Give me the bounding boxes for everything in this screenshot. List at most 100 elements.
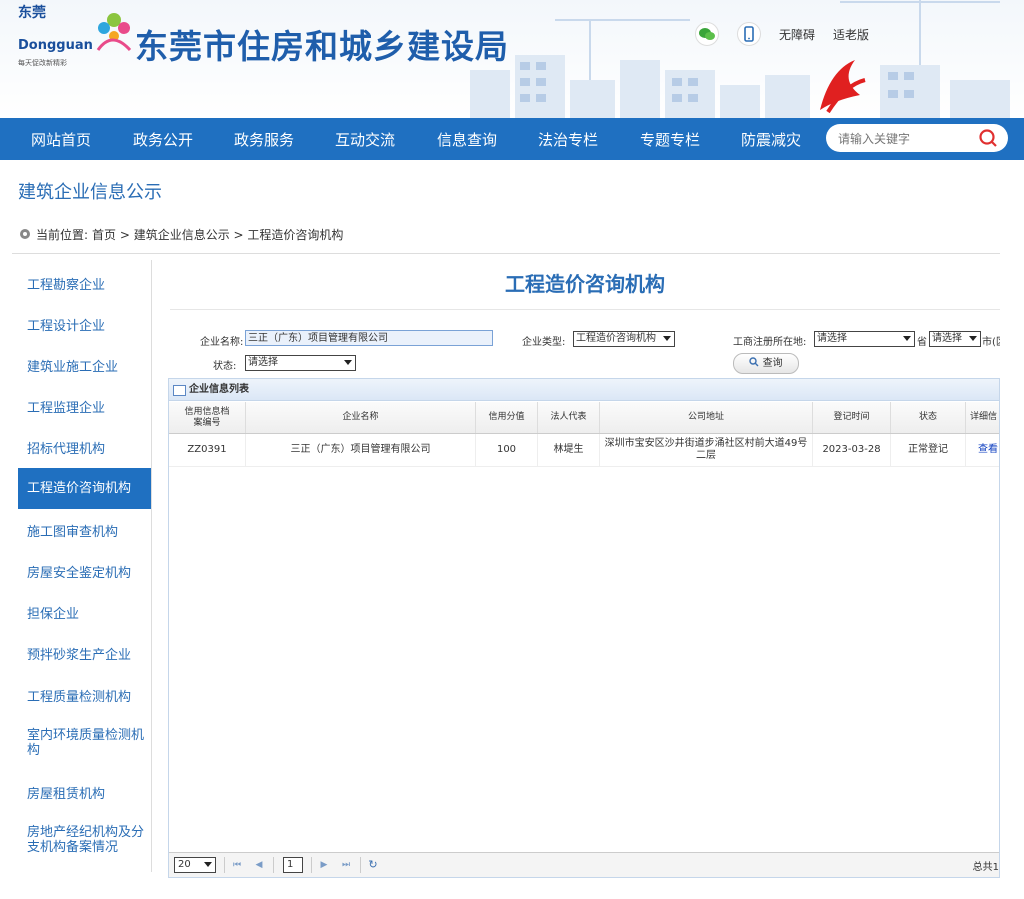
company-grid: 企业信息列表 信用信息档案编号 企业名称 信用分值 法人代表 公司地址 登记时间… [168, 378, 1000, 878]
sidebar-item-agency[interactable]: 房地产经纪机构及分支机构备案情况 [18, 825, 151, 855]
nav-item-topics[interactable]: 专题专栏 [640, 118, 700, 160]
logo-slogan: 每天促改新精彩 [18, 59, 67, 67]
sidebar-item-indoor-env[interactable]: 室内环境质量检测机构 [18, 728, 151, 758]
pager-separator [311, 857, 312, 873]
company-type-select[interactable]: 工程造价咨询机构 [573, 331, 675, 347]
list-icon [173, 385, 186, 396]
logo-en: Dongguan [18, 38, 93, 53]
page-number-input[interactable]: 1 [283, 857, 303, 873]
header-tools: 无障碍 适老版 [695, 22, 869, 46]
city-value: 请选择 [932, 333, 962, 344]
nav-item-earthquake[interactable]: 防震减灾 [741, 118, 801, 160]
last-page-icon[interactable]: ⏭ [340, 858, 352, 872]
reg-location-label: 工商注册所在地: [733, 337, 807, 348]
query-button-label: 查询 [762, 358, 783, 369]
next-page-icon[interactable]: ▶ [318, 858, 330, 872]
sidebar-item-cost-consulting[interactable]: 工程造价咨询机构 [18, 468, 151, 509]
section-title: 建筑企业信息公示 [18, 182, 162, 203]
col-header-detail[interactable]: 详细信 [966, 402, 999, 433]
type-label: 企业类型: [522, 337, 566, 348]
logo-cn: 东莞 [18, 5, 46, 21]
nav-item-gov-services[interactable]: 政务服务 [234, 118, 294, 160]
nav-item-interaction[interactable]: 互动交流 [335, 118, 395, 160]
view-detail-link[interactable]: 查看 [978, 444, 998, 456]
chevron-down-icon [969, 336, 977, 341]
col-header-code[interactable]: 信用信息档案编号 [169, 402, 246, 433]
cell-status: 正常登记 [891, 434, 966, 466]
col-header-score[interactable]: 信用分值 [476, 402, 538, 433]
site-header: 东莞 Dongguan 每天促改新精彩 东莞市住房和城乡建设局 无障碍 适老版 [0, 0, 1024, 118]
location-pin-icon [20, 228, 30, 239]
nav-item-info-query[interactable]: 信息查询 [437, 118, 497, 160]
cell-name: 三正（广东）项目管理有限公司 [246, 434, 476, 466]
chevron-down-icon [903, 336, 911, 341]
chevron-down-icon [204, 862, 212, 867]
breadcrumb-path[interactable]: 首页 > 建筑企业信息公示 > 工程造价咨询机构 [92, 226, 343, 243]
status-label: 状态: [213, 361, 237, 372]
grid-header: 信用信息档案编号 企业名称 信用分值 法人代表 公司地址 登记时间 状态 详细信 [169, 402, 999, 434]
pager-separator [360, 857, 361, 873]
sidebar-item-survey[interactable]: 工程勘察企业 [18, 274, 151, 293]
pager-total: 总共1 [972, 862, 999, 873]
mobile-icon[interactable] [737, 22, 761, 46]
pager-separator [273, 857, 274, 873]
site-search [826, 124, 1008, 152]
sidebar-item-tender-agency[interactable]: 招标代理机构 [18, 438, 151, 457]
col-header-name[interactable]: 企业名称 [246, 402, 476, 433]
page-size-value: 20 [178, 859, 191, 870]
sidebar: 工程勘察企业 工程设计企业 建筑业施工企业 工程监理企业 招标代理机构 工程造价… [18, 260, 152, 872]
col-header-address[interactable]: 公司地址 [600, 402, 813, 433]
chevron-down-icon [344, 360, 352, 365]
sidebar-item-design[interactable]: 工程设计企业 [18, 315, 151, 334]
sidebar-item-quality-test[interactable]: 工程质量检测机构 [18, 686, 151, 705]
sidebar-item-supervision[interactable]: 工程监理企业 [18, 397, 151, 416]
sidebar-item-drawing-review[interactable]: 施工图审查机构 [18, 521, 151, 540]
company-type-value: 工程造价咨询机构 [576, 333, 656, 344]
header-divider [12, 253, 1000, 254]
province-select[interactable]: 请选择 [814, 331, 915, 347]
nav-item-legal[interactable]: 法治专栏 [538, 118, 598, 160]
province-suffix: 省 [917, 337, 927, 348]
logo-flower-icon [96, 13, 132, 52]
sidebar-item-construction[interactable]: 建筑业施工企业 [18, 356, 151, 375]
main-nav: 网站首页 政务公开 政务服务 互动交流 信息查询 法治专栏 专题专栏 防震减灾 [0, 118, 1024, 160]
cell-detail: 查看 [966, 434, 999, 466]
wechat-icon[interactable] [695, 22, 719, 46]
query-button[interactable]: 查询 [733, 353, 799, 374]
nav-item-gov-affairs[interactable]: 政务公开 [133, 118, 193, 160]
city-suffix: 市(区 [982, 337, 1000, 348]
first-page-icon[interactable]: ⏮ [231, 858, 243, 872]
breadcrumb: 当前位置: 首页 > 建筑企业信息公示 > 工程造价咨询机构 [18, 226, 343, 243]
status-select[interactable]: 请选择 [245, 355, 356, 371]
pager-separator [224, 857, 225, 873]
col-header-legal[interactable]: 法人代表 [538, 402, 600, 433]
name-label: 企业名称: [200, 337, 244, 348]
refresh-icon[interactable]: ↻ [367, 858, 379, 872]
sidebar-item-guarantee[interactable]: 担保企业 [18, 603, 151, 622]
city-skyline-illustration [470, 0, 1010, 118]
sidebar-item-house-safety[interactable]: 房屋安全鉴定机构 [18, 562, 151, 581]
main-divider [170, 309, 1000, 310]
col-header-status[interactable]: 状态 [891, 402, 966, 433]
search-input[interactable] [836, 128, 975, 150]
grid-title: 企业信息列表 [169, 379, 999, 401]
company-name-input[interactable]: 三正（广东）项目管理有限公司 [245, 330, 493, 346]
nav-item-home[interactable]: 网站首页 [31, 118, 91, 160]
chevron-down-icon [663, 336, 671, 341]
sidebar-item-rental[interactable]: 房屋租赁机构 [18, 783, 151, 802]
cell-date: 2023-03-28 [813, 434, 891, 466]
table-row[interactable]: ZZ0391 三正（广东）项目管理有限公司 100 林堤生 深圳市宝安区沙井街道… [169, 434, 999, 467]
page-size-select[interactable]: 20 [174, 857, 216, 873]
sidebar-item-mortar[interactable]: 预拌砂浆生产企业 [18, 644, 151, 663]
city-select[interactable]: 请选择 [929, 331, 981, 347]
grid-title-text: 企业信息列表 [189, 384, 249, 395]
accessible-link[interactable]: 无障碍 [779, 26, 815, 43]
magnifier-icon [749, 357, 759, 367]
main-title: 工程造价咨询机构 [505, 272, 665, 296]
elderly-version-link[interactable]: 适老版 [833, 26, 869, 43]
search-icon[interactable] [978, 128, 998, 148]
breadcrumb-label: 当前位置: [36, 228, 89, 242]
site-logo[interactable]: 东莞 Dongguan 每天促改新精彩 [8, 5, 132, 72]
col-header-date[interactable]: 登记时间 [813, 402, 891, 433]
prev-page-icon[interactable]: ◀ [253, 858, 265, 872]
